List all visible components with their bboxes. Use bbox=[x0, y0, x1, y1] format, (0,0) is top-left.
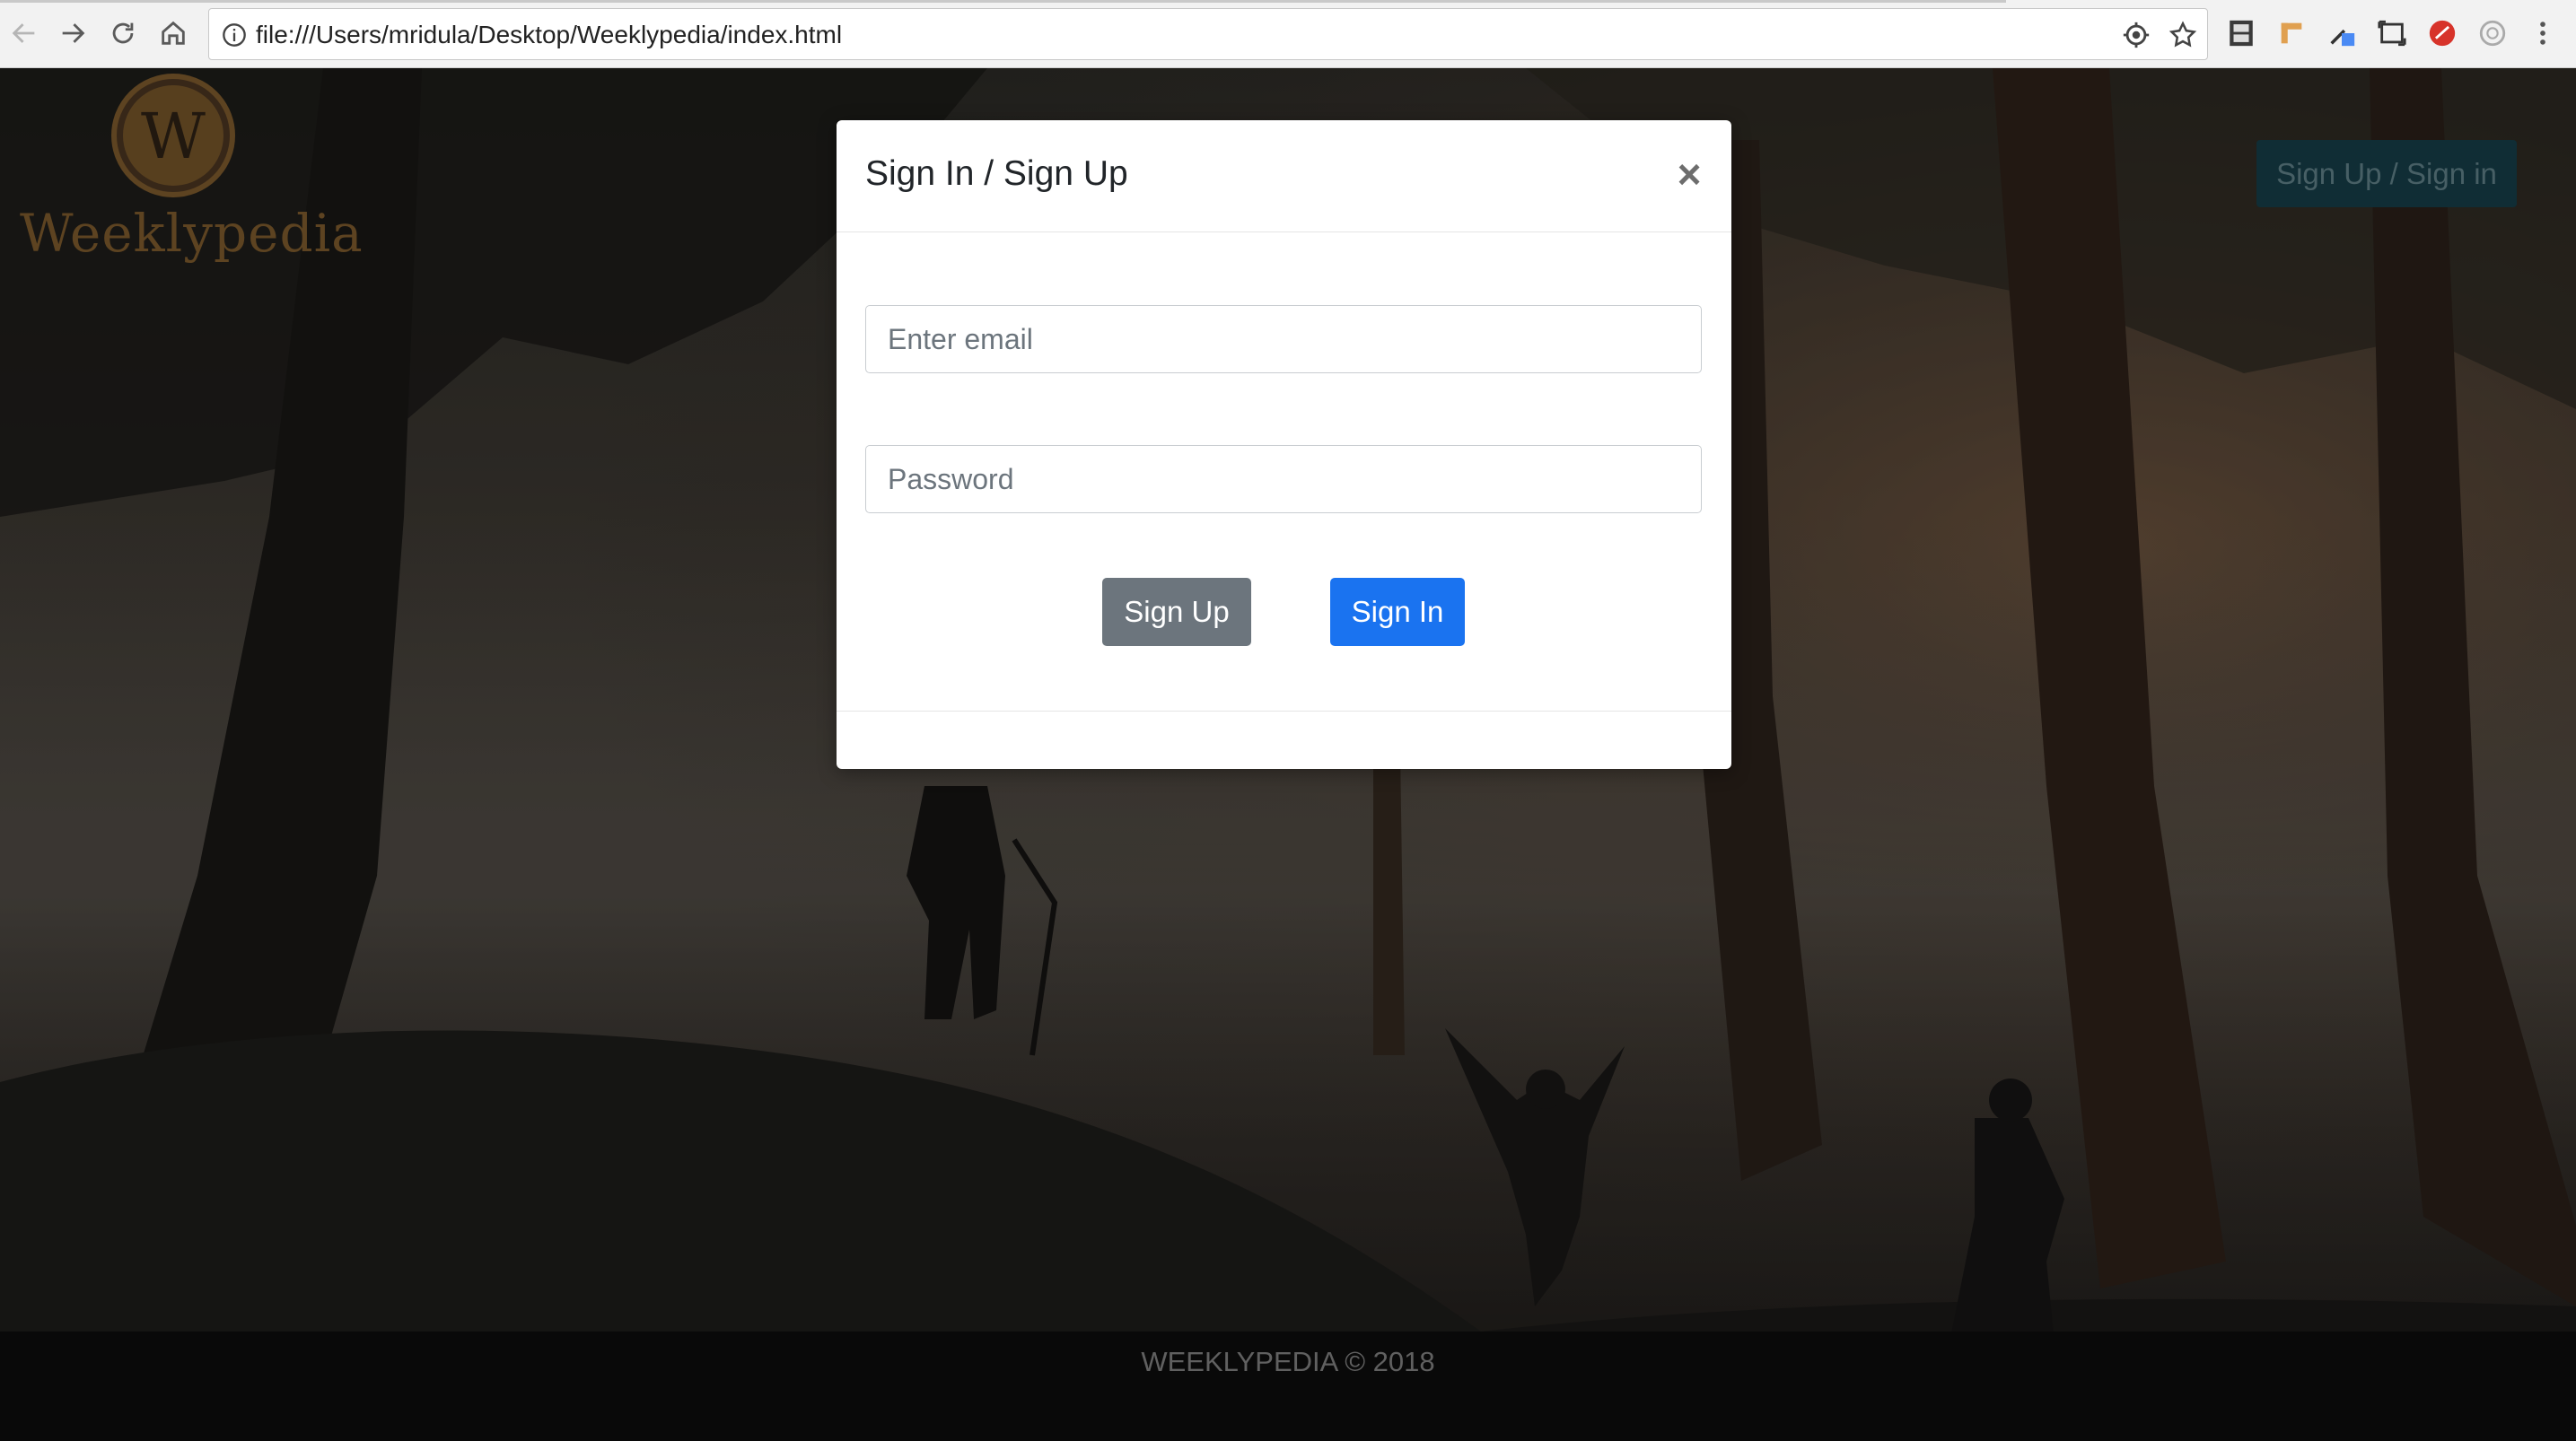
bookmark-star-icon[interactable] bbox=[2168, 20, 2198, 50]
tag-extension-icon[interactable] bbox=[2274, 16, 2309, 50]
info-icon[interactable] bbox=[222, 22, 247, 48]
password-field[interactable] bbox=[865, 445, 1702, 513]
back-icon[interactable] bbox=[4, 13, 45, 54]
pen-extension-icon[interactable] bbox=[2325, 16, 2359, 50]
address-bar[interactable]: file:///Users/mridula/Desktop/Weeklypedi… bbox=[208, 8, 2208, 60]
film-extension-icon[interactable] bbox=[2224, 16, 2258, 50]
url-text: file:///Users/mridula/Desktop/Weeklypedi… bbox=[256, 21, 843, 48]
modal-footer bbox=[837, 711, 1731, 769]
home-icon[interactable] bbox=[153, 13, 194, 54]
close-icon[interactable]: × bbox=[1671, 153, 1707, 195]
menu-kebab-icon[interactable] bbox=[2526, 16, 2560, 50]
circle-extension-icon[interactable] bbox=[2475, 16, 2510, 50]
capture-extension-icon[interactable] bbox=[2375, 16, 2409, 50]
location-icon[interactable] bbox=[2121, 20, 2151, 50]
page-load-progress bbox=[0, 0, 2006, 3]
page-body: W Weeklypedia Sign Up / Sign in WEEKLYPE… bbox=[0, 68, 2576, 1441]
modal-title: Sign In / Sign Up bbox=[865, 154, 1128, 193]
red-extension-icon[interactable] bbox=[2425, 16, 2459, 50]
browser-toolbar: file:///Users/mridula/Desktop/Weeklypedi… bbox=[0, 0, 2576, 68]
reload-icon[interactable] bbox=[102, 13, 144, 54]
modal-header: Sign In / Sign Up × bbox=[837, 120, 1731, 232]
sign-in-modal: Sign In / Sign Up × Sign Up Sign In bbox=[837, 120, 1731, 769]
sign-up-button[interactable]: Sign Up bbox=[1102, 578, 1251, 646]
email-field[interactable] bbox=[865, 305, 1702, 373]
forward-icon[interactable] bbox=[52, 13, 93, 54]
sign-in-button[interactable]: Sign In bbox=[1330, 578, 1465, 646]
